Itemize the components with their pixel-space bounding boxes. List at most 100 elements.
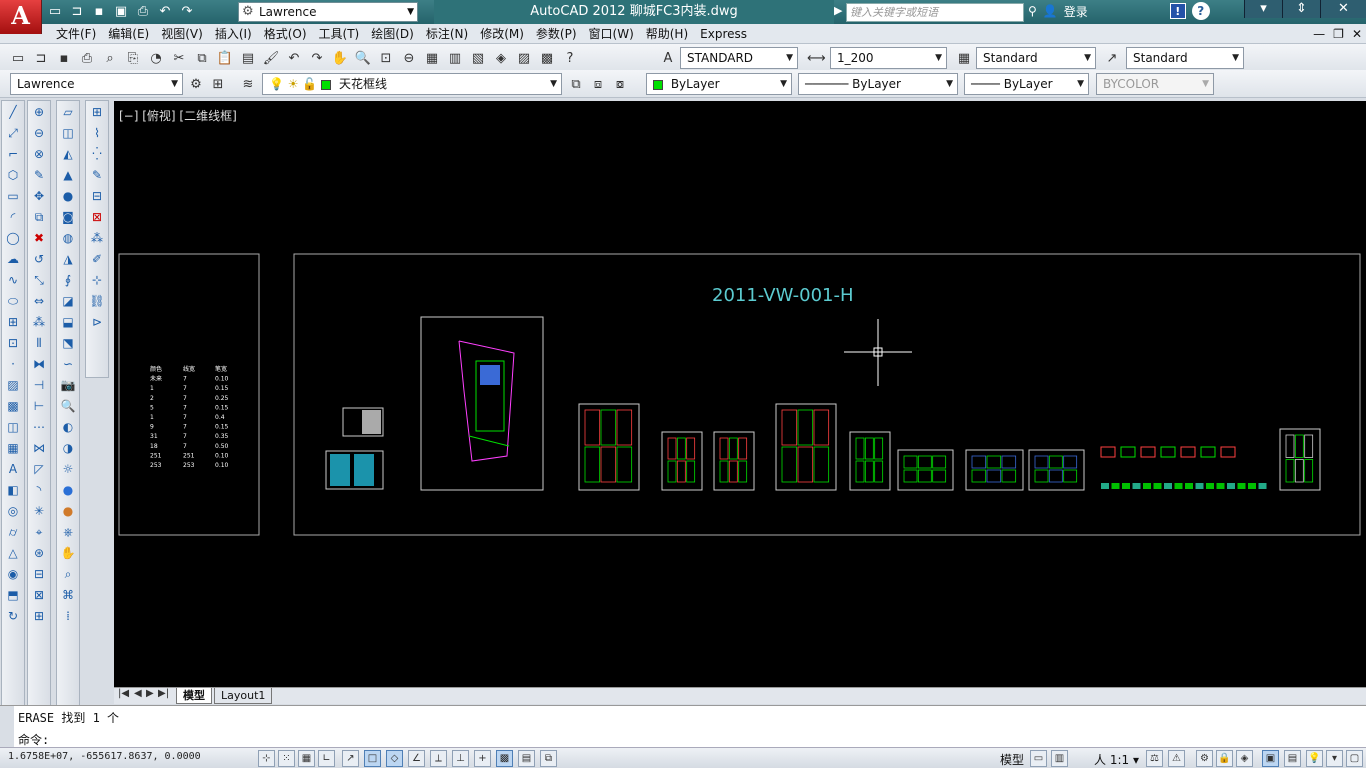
sheet-set-icon[interactable]: ◈ — [491, 48, 511, 68]
stretch-icon[interactable]: ⇔ — [29, 291, 49, 311]
array-icon[interactable]: ⁂ — [29, 312, 49, 332]
quick-view-drawings-icon[interactable]: ▥ — [1051, 750, 1068, 767]
join-icon[interactable]: ⋈ — [29, 438, 49, 458]
cut-icon[interactable]: ✂ — [169, 48, 189, 68]
save-as-icon[interactable]: ▣ — [112, 3, 130, 21]
chevron-right-icon[interactable]: ▶ — [834, 4, 842, 17]
doc-minimize-button[interactable]: — — [1313, 24, 1325, 44]
ortho-mode-icon[interactable]: ∟ — [318, 750, 335, 767]
presspull-icon[interactable]: ⬔ — [58, 333, 78, 353]
grid-display-icon[interactable]: ▦ — [298, 750, 315, 767]
cylinder-icon[interactable]: ⌭ — [3, 522, 23, 542]
viewports-icon[interactable]: ⊞ — [87, 102, 107, 122]
3d-object-snap-icon[interactable]: ◇ — [386, 750, 403, 767]
command-grip[interactable] — [0, 706, 14, 748]
scale-icon[interactable]: ⤡ — [29, 270, 49, 290]
revolve-icon[interactable]: ↻ — [3, 606, 23, 626]
layer-previous-icon[interactable]: ⧈ — [588, 74, 608, 94]
rectangle-icon[interactable]: ▭ — [3, 186, 23, 206]
polar-tracking-icon[interactable]: ↗ — [342, 750, 359, 767]
cone3d-icon[interactable]: ▲ — [58, 165, 78, 185]
undo-icon[interactable]: ↶ — [156, 3, 174, 21]
copy-object-icon[interactable]: ⧉ — [29, 207, 49, 227]
paste-icon[interactable]: 📋 — [215, 48, 235, 68]
wedge-icon[interactable]: ◭ — [58, 144, 78, 164]
save-icon[interactable]: ▪ — [90, 3, 108, 21]
measure-icon[interactable]: ⊠ — [29, 585, 49, 605]
wipeout-icon[interactable]: ✐ — [87, 249, 107, 269]
polysolid-icon[interactable]: ▱ — [58, 102, 78, 122]
lightbulb-status-icon[interactable]: 💡 — [1306, 750, 1323, 767]
region-icon[interactable]: ◫ — [3, 417, 23, 437]
pyramid-icon[interactable]: ◮ — [58, 249, 78, 269]
dim-style-icon[interactable]: ⟷ — [806, 48, 826, 68]
spline-icon[interactable]: ∿ — [3, 270, 23, 290]
isolate-objects-icon[interactable]: ▣ — [1262, 750, 1279, 767]
line-icon[interactable]: ╱ — [3, 102, 23, 122]
materials-icon[interactable]: ◑ — [58, 438, 78, 458]
dynamic-ucs-icon[interactable]: ⟂ — [430, 750, 447, 767]
object-snap-tracking-icon[interactable]: ∠ — [408, 750, 425, 767]
status-menu-icon[interactable]: ▾ — [1326, 750, 1343, 767]
align-icon[interactable]: ⊟ — [29, 564, 49, 584]
torus-icon[interactable]: ◉ — [3, 564, 23, 584]
menu-help[interactable]: 帮助(H) — [646, 24, 700, 44]
next-tab-icon[interactable]: ▶ — [146, 688, 154, 699]
revcloud-icon[interactable]: ☁ — [3, 249, 23, 269]
last-tab-icon[interactable]: ▶| — [158, 688, 169, 699]
model-space-label[interactable]: 模型 — [1000, 751, 1024, 768]
menu-file[interactable]: 文件(F) — [56, 24, 108, 44]
sweep-icon[interactable]: ∽ — [58, 354, 78, 374]
construction-line-icon[interactable]: ⤢ — [3, 123, 23, 143]
properties-icon[interactable]: ▦ — [422, 48, 442, 68]
paste-block-icon[interactable]: ▤ — [238, 48, 258, 68]
box3d-icon[interactable]: ◫ — [58, 123, 78, 143]
zoom-window-icon[interactable]: ⊡ — [376, 48, 396, 68]
selection-cycling-icon[interactable]: ⧉ — [540, 750, 557, 767]
zoom-previous-icon[interactable]: ⊖ — [399, 48, 419, 68]
menu-window[interactable]: 窗口(W) — [589, 24, 646, 44]
hyperlink-icon[interactable]: ⛓ — [87, 291, 107, 311]
restore-button[interactable]: ⇕ — [1282, 0, 1320, 18]
menu-parametric[interactable]: 参数(P) — [536, 24, 589, 44]
delete-icon[interactable]: ✖ — [29, 228, 49, 248]
auto-scale-icon[interactable]: ⚠ — [1168, 750, 1185, 767]
tab-layout1[interactable]: Layout1 — [214, 688, 273, 704]
arc-icon[interactable]: ◜ — [3, 207, 23, 227]
exchange-icon[interactable]: ! — [1169, 3, 1186, 19]
workspace-toolbar-dropdown[interactable]: Lawrence ▼ — [10, 73, 183, 95]
field-icon[interactable]: ⊹ — [87, 270, 107, 290]
helix-icon[interactable]: ∮ — [58, 270, 78, 290]
sphere-material-icon[interactable]: ● — [58, 480, 78, 500]
move-icon[interactable]: ✥ — [29, 186, 49, 206]
copy-icon[interactable]: ⧉ — [192, 48, 212, 68]
annotation-scale[interactable]: 人 1:1 ▾ — [1094, 751, 1139, 768]
clean-screen-status-icon[interactable]: ▢ — [1346, 750, 1363, 767]
workspace-switching-icon[interactable]: ⚙ — [1196, 750, 1213, 767]
redo-icon[interactable]: ↷ — [178, 3, 196, 21]
attdef-icon[interactable]: ⁂ — [87, 228, 107, 248]
quick-view-layouts-icon[interactable]: ▭ — [1030, 750, 1047, 767]
make-current-layer-icon[interactable]: ⧉ — [566, 74, 586, 94]
rotate-icon[interactable]: ↺ — [29, 249, 49, 269]
gradient-icon[interactable]: ▩ — [3, 396, 23, 416]
lock-icon[interactable]: 🔒 — [1216, 750, 1233, 767]
lineweight-dropdown[interactable]: ──── ByLayer ▼ — [964, 73, 1089, 95]
text-style-dropdown[interactable]: STANDARD ▼ — [680, 47, 798, 69]
menu-insert[interactable]: 插入(I) — [215, 24, 264, 44]
camera-icon[interactable]: 📷 — [58, 375, 78, 395]
coordinates-readout[interactable]: 1.6758E+07, -655617.8637, 0.0000 — [8, 751, 201, 762]
walk-icon[interactable]: ⎈ — [58, 522, 78, 542]
explode-icon[interactable]: ✳ — [29, 501, 49, 521]
navigation-icon[interactable]: ⌘ — [58, 585, 78, 605]
color-dropdown[interactable]: ByLayer ▼ — [646, 73, 792, 95]
polyline-icon[interactable]: ⌐ — [3, 144, 23, 164]
union-icon[interactable]: ⊕ — [29, 102, 49, 122]
extend-icon[interactable]: ⊢ — [29, 396, 49, 416]
prev-tab-icon[interactable]: ◀ — [134, 688, 142, 699]
dynamic-input-icon[interactable]: ⊥ — [452, 750, 469, 767]
workspace-settings-icon[interactable]: ⚙ — [186, 74, 206, 94]
hatch-icon[interactable]: ▨ — [3, 375, 23, 395]
multileader-style-icon[interactable]: ↗ — [1102, 48, 1122, 68]
publish-icon[interactable]: ⎘ — [123, 48, 143, 68]
